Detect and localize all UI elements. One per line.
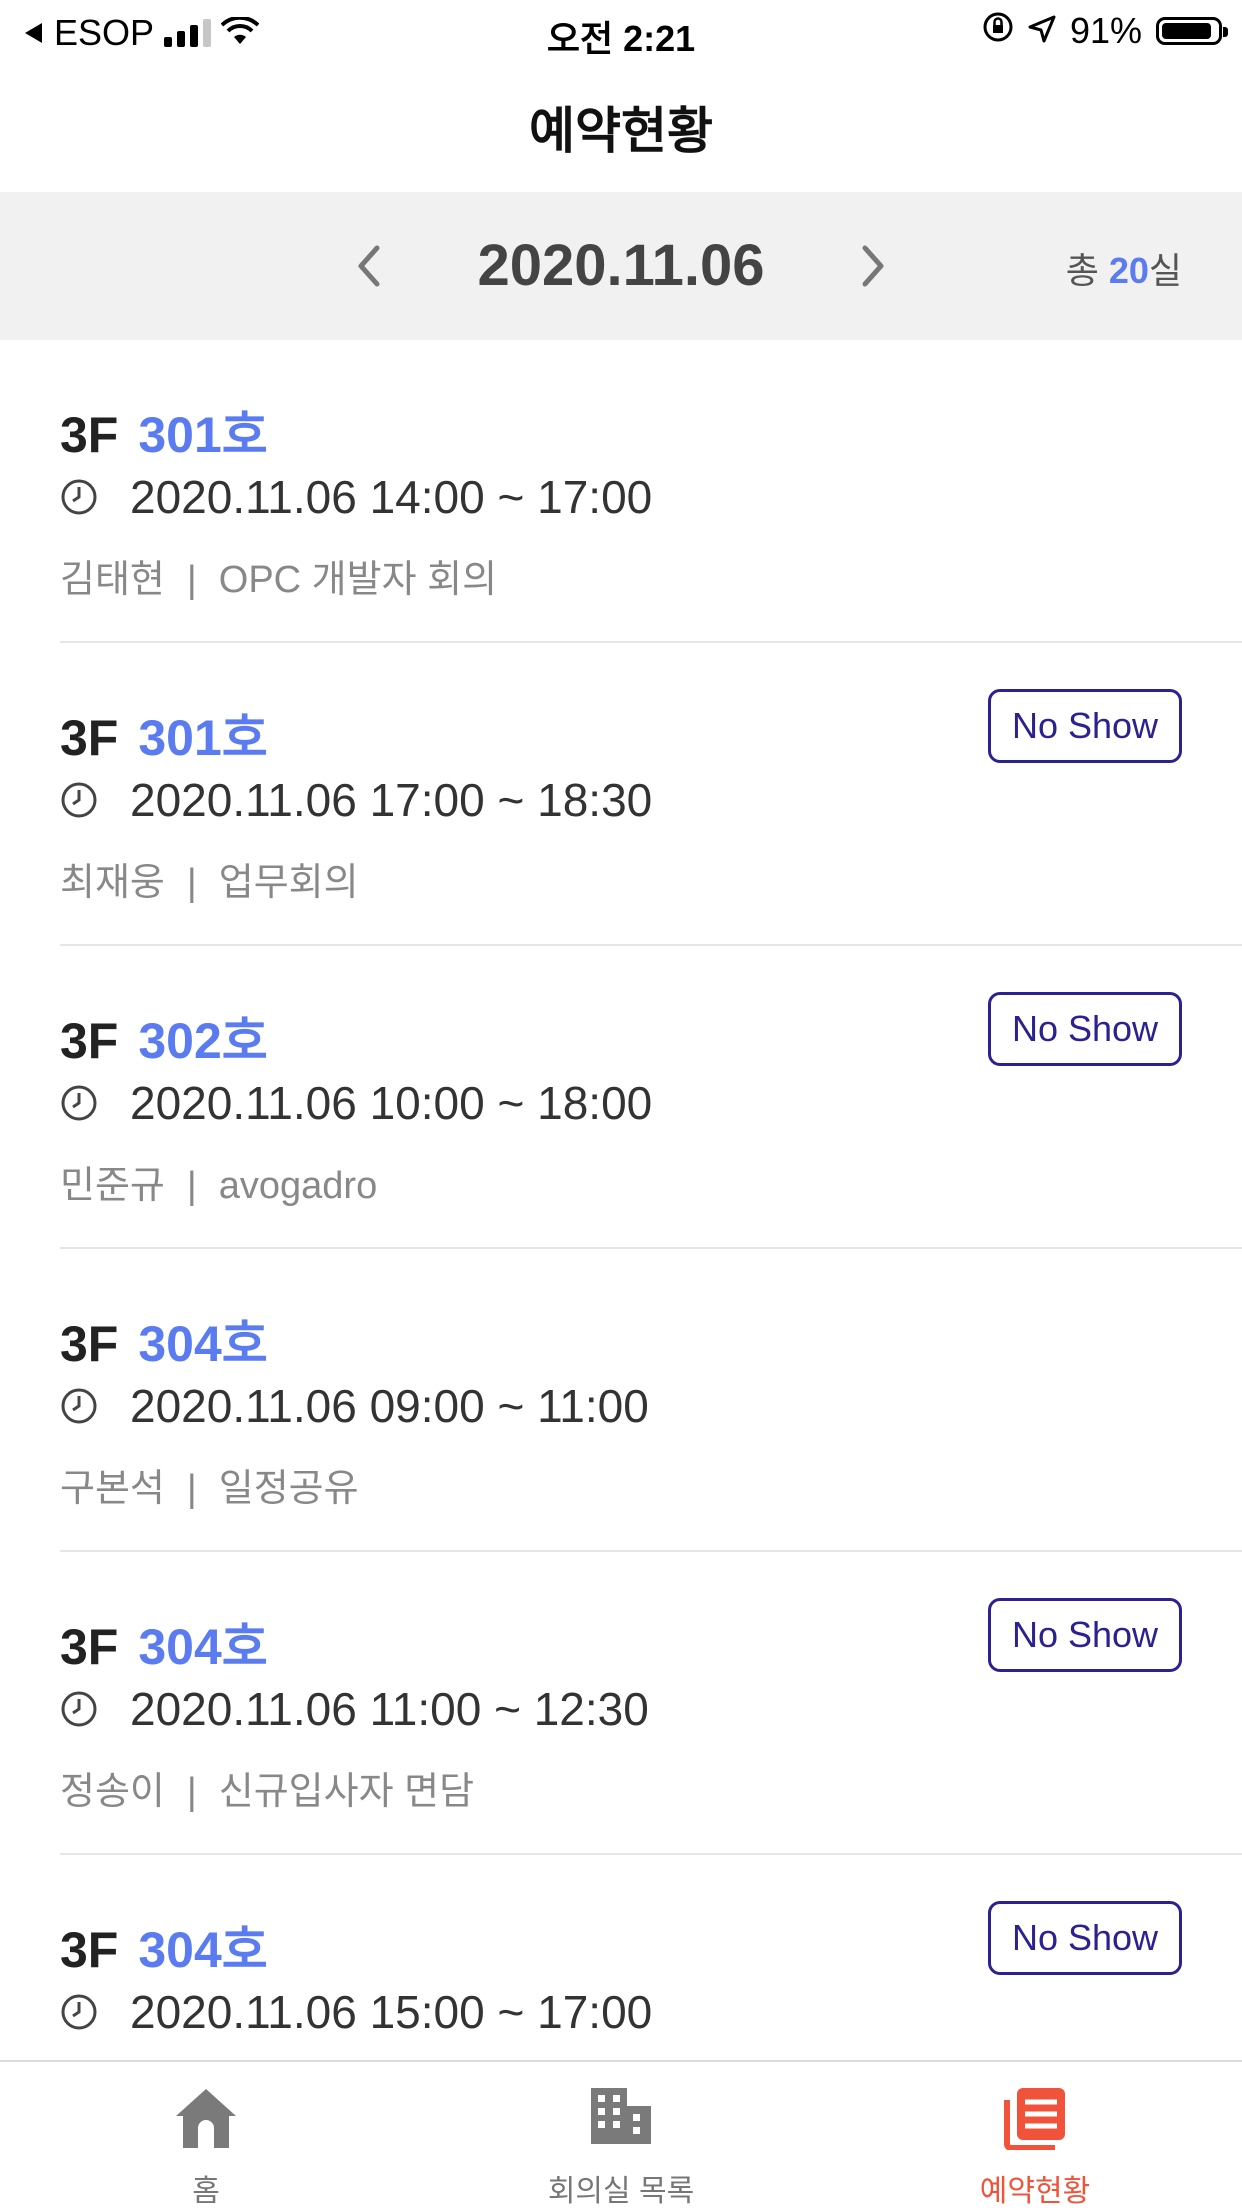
room-label: 3F 304호 <box>60 1304 268 1376</box>
building-icon <box>591 2088 651 2144</box>
reservation-time: 2020.11.06 10:00 ~ 18:00 <box>60 1076 652 1130</box>
tab-room-list-label: 회의실 목록 <box>547 2175 695 2208</box>
meta-separator: | <box>186 1468 197 1510</box>
time-range: 2020.11.06 14:00 ~ 17:00 <box>130 471 653 523</box>
room-number: 302호 <box>138 1013 268 1069</box>
floor-label: 3F <box>60 1922 119 1978</box>
no-show-button[interactable]: No Show <box>988 1901 1182 1975</box>
tab-room-list[interactable]: 회의실 목록 <box>471 2062 771 2210</box>
reservation-time: 2020.11.06 09:00 ~ 11:00 <box>60 1379 649 1433</box>
room-number: 304호 <box>138 1922 268 1978</box>
reservation-item[interactable]: 3F 304호 No Show 2020.11.06 11:00 ~ 12:30 … <box>60 1552 1242 1855</box>
reservation-meta: 정송이 | 신규입사자 면담 <box>60 1760 474 1815</box>
tab-reservations[interactable]: 예약현황 <box>885 2062 1185 2210</box>
meta-separator: | <box>186 559 197 601</box>
reservation-meta: 최재웅 | 업무회의 <box>60 851 359 906</box>
time-range: 2020.11.06 09:00 ~ 11:00 <box>130 1380 649 1432</box>
room-number: 304호 <box>138 1619 268 1675</box>
clock-icon <box>61 1388 97 1424</box>
status-right: 91% <box>982 10 1228 52</box>
time-range: 2020.11.06 15:00 ~ 17:00 <box>130 1986 653 2038</box>
clock-icon <box>61 1994 97 2030</box>
reservation-item[interactable]: 3F 304호 2020.11.06 09:00 ~ 11:00 구본석 | 일정공유 <box>60 1249 1242 1552</box>
no-show-button[interactable]: No Show <box>988 1598 1182 1672</box>
page-title: 예약현황 <box>529 103 713 159</box>
clock-icon <box>61 782 97 818</box>
room-number: 301호 <box>138 710 268 766</box>
reservation-time: 2020.11.06 14:00 ~ 17:00 <box>60 470 652 524</box>
time-range: 2020.11.06 10:00 ~ 18:00 <box>130 1077 653 1129</box>
total-count: 20 <box>1108 250 1149 291</box>
reservation-time: 2020.11.06 11:00 ~ 12:30 <box>60 1682 649 1736</box>
tab-home-label: 홈 <box>192 2175 220 2208</box>
meta-separator: | <box>186 1165 197 1207</box>
no-show-button[interactable]: No Show <box>988 689 1182 763</box>
reservation-item[interactable]: 3F 304호 No Show 2020.11.06 15:00 ~ 17:00 <box>60 1855 1242 2060</box>
nav-bar: 예약현황 <box>0 62 1242 192</box>
location-icon <box>1028 10 1056 52</box>
reservation-time: 2020.11.06 15:00 ~ 17:00 <box>60 1985 652 2039</box>
meeting-title: 신규입사자 면담 <box>218 1771 475 1813</box>
current-date: 2020.11.06 <box>477 233 765 298</box>
reservation-meta: 민준규 | avogadro <box>60 1154 377 1209</box>
tab-home[interactable]: 홈 <box>56 2062 356 2210</box>
battery-icon <box>1156 17 1228 45</box>
organizer-name: 김태현 <box>60 559 165 601</box>
room-number: 304호 <box>138 1316 268 1372</box>
battery-fill <box>1162 23 1211 39</box>
floor-label: 3F <box>60 1013 119 1069</box>
chevron-right-icon <box>862 245 884 287</box>
meta-separator: | <box>186 862 197 904</box>
orientation-lock-icon <box>982 10 1014 52</box>
reservation-meta: 김태현 | OPC 개발자 회의 <box>60 548 497 603</box>
room-number: 301호 <box>138 407 268 463</box>
total-rooms: 총 20실 <box>1066 242 1182 294</box>
floor-label: 3F <box>60 710 119 766</box>
meta-separator: | <box>186 1771 197 1813</box>
reservation-item[interactable]: 3F 302호 No Show 2020.11.06 10:00 ~ 18:00 … <box>60 946 1242 1249</box>
meeting-title: 업무회의 <box>218 862 359 904</box>
time-range: 2020.11.06 17:00 ~ 18:30 <box>130 774 653 826</box>
room-label: 3F 301호 <box>60 698 268 770</box>
room-label: 3F 304호 <box>60 1910 268 1982</box>
tab-bar: 홈 회의실 목록 예약현황 <box>0 2060 1242 2210</box>
total-suffix: 실 <box>1148 250 1182 291</box>
organizer-name: 민준규 <box>60 1165 165 1207</box>
reservation-time: 2020.11.06 17:00 ~ 18:30 <box>60 773 652 827</box>
organizer-name: 구본석 <box>60 1468 165 1510</box>
total-prefix: 총 <box>1065 250 1109 291</box>
room-label: 3F 304호 <box>60 1607 268 1679</box>
meeting-title: avogadro <box>218 1165 378 1207</box>
reservation-item[interactable]: 3F 301호 No Show 2020.11.06 17:00 ~ 18:30 … <box>60 643 1242 946</box>
clock-icon <box>61 1691 97 1727</box>
tab-reservations-label: 예약현황 <box>979 2175 1091 2208</box>
clock-icon <box>61 1085 97 1121</box>
meeting-title: 일정공유 <box>218 1468 359 1510</box>
floor-label: 3F <box>60 1619 119 1675</box>
status-bar: ESOP 오전 2:21 91% <box>0 0 1242 62</box>
organizer-name: 정송이 <box>60 1771 165 1813</box>
floor-label: 3F <box>60 407 119 463</box>
reservation-meta: 구본석 | 일정공유 <box>60 1457 359 1512</box>
home-icon <box>176 2089 236 2148</box>
no-show-button[interactable]: No Show <box>988 992 1182 1066</box>
reservation-item[interactable]: 3F 301호 2020.11.06 14:00 ~ 17:00 김태현 | OPC … <box>60 340 1242 643</box>
reservation-list-icon <box>1004 2088 1065 2150</box>
meeting-title: OPC 개발자 회의 <box>218 559 498 601</box>
organizer-name: 최재웅 <box>60 862 165 904</box>
room-label: 3F 302호 <box>60 1001 268 1073</box>
battery-percent: 91% <box>1069 10 1142 51</box>
reservation-list: 3F 301호 2020.11.06 14:00 ~ 17:00 김태현 | OPC … <box>0 340 1242 2060</box>
next-date-button[interactable] <box>844 236 904 296</box>
floor-label: 3F <box>60 1316 119 1372</box>
clock-icon <box>61 479 97 515</box>
room-label: 3F 301호 <box>60 395 268 467</box>
time-range: 2020.11.06 11:00 ~ 12:30 <box>130 1683 649 1735</box>
date-selector: 2020.11.06 총 20실 <box>0 192 1242 340</box>
